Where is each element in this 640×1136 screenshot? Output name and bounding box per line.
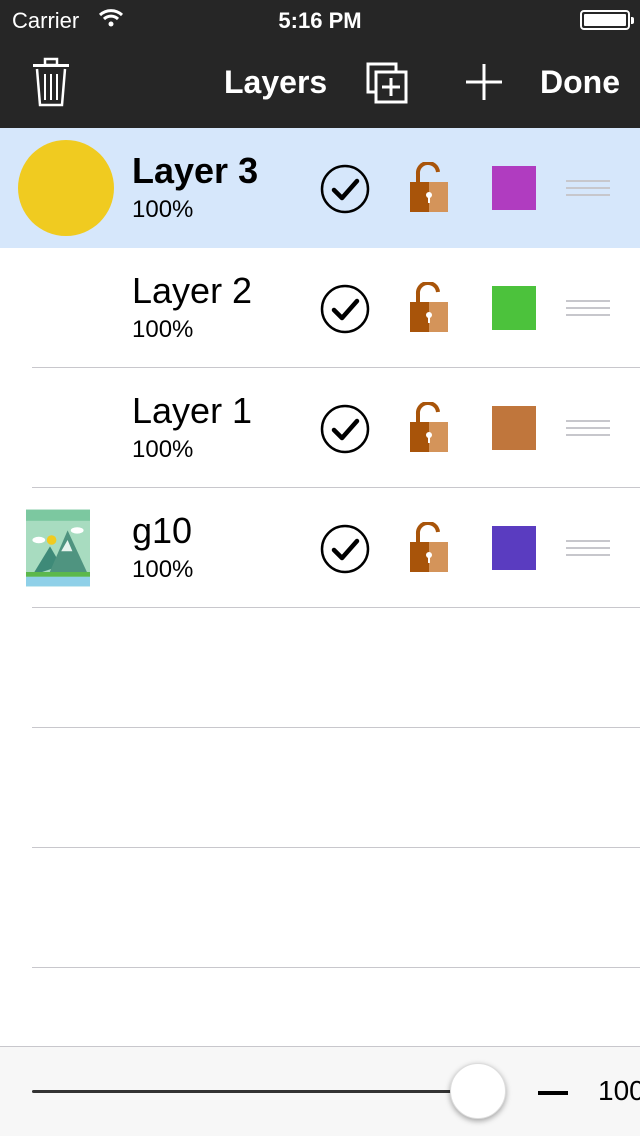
checkmark-icon[interactable] (320, 164, 370, 214)
row-divider (32, 847, 640, 848)
plus-icon[interactable] (462, 60, 506, 104)
layer-row[interactable]: Layer 2 100% (0, 248, 640, 368)
opacity-value: 100 (598, 1075, 640, 1106)
layer-color-swatch[interactable] (492, 166, 536, 210)
layer-thumbnail (26, 509, 90, 587)
layer-row[interactable]: Layer 3 100% (0, 128, 640, 248)
layer-opacity: 100% (132, 556, 194, 583)
checkmark-icon[interactable] (320, 284, 370, 334)
page-title: Layers (224, 64, 328, 100)
unlock-icon[interactable] (406, 162, 452, 214)
trash-icon[interactable] (30, 56, 72, 108)
row-divider (32, 727, 640, 728)
opacity-toolbar: 100 (0, 1046, 640, 1136)
top-bar: Carrier 5:16 PM Layers Done (0, 0, 640, 128)
status-bar: Carrier 5:16 PM (0, 0, 640, 40)
layer-opacity: 100% (132, 436, 194, 463)
layer-opacity: 100% (132, 316, 194, 343)
nav-bar: Layers Done (0, 40, 640, 128)
layer-row[interactable]: g10 100% (0, 488, 640, 608)
layer-name: Layer 2 (132, 270, 253, 311)
layer-opacity: 100% (132, 196, 194, 223)
drag-handle-icon[interactable] (566, 420, 610, 436)
row-divider (32, 607, 640, 608)
minus-icon[interactable] (538, 1091, 568, 1095)
checkmark-icon[interactable] (320, 524, 370, 574)
drag-handle-icon[interactable] (566, 540, 610, 556)
unlock-icon[interactable] (406, 282, 452, 334)
unlock-icon[interactable] (406, 402, 452, 454)
layer-list: Layer 3 100% Layer 2 100% Layer 1 100% g… (0, 128, 640, 1046)
checkmark-icon[interactable] (320, 404, 370, 454)
layer-color-swatch[interactable] (492, 526, 536, 570)
drag-handle-icon[interactable] (566, 180, 610, 196)
row-divider (32, 967, 640, 968)
layer-color-swatch[interactable] (492, 406, 536, 450)
opacity-slider-thumb[interactable] (450, 1063, 506, 1119)
layer-name: g10 (132, 510, 193, 551)
duplicate-layer-icon[interactable] (366, 62, 408, 104)
battery-icon (580, 10, 634, 30)
drag-handle-icon[interactable] (566, 300, 610, 316)
unlock-icon[interactable] (406, 522, 452, 574)
clock: 5:16 PM (278, 8, 362, 33)
layer-color-swatch[interactable] (492, 286, 536, 330)
layer-name: Layer 3 (132, 150, 259, 191)
layer-name: Layer 1 (132, 390, 253, 431)
layer-thumbnail (18, 140, 114, 236)
done-button[interactable]: Done (540, 64, 620, 101)
opacity-slider-track[interactable] (32, 1090, 478, 1093)
layer-row[interactable]: Layer 1 100% (0, 368, 640, 488)
